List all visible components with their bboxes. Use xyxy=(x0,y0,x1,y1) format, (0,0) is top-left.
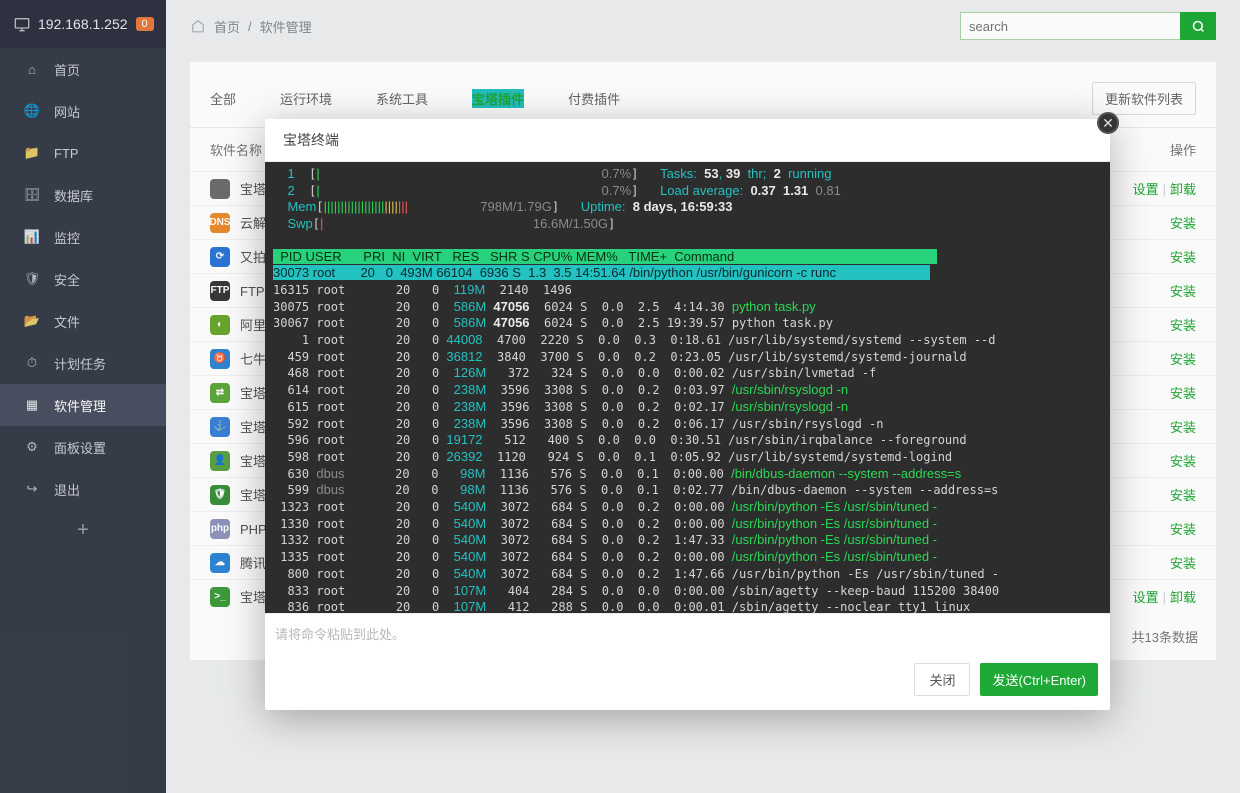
terminal-modal: 宝塔终端 ✕ 1 [| 0.7%] Tasks: 53, 39 thr; 2 r… xyxy=(265,119,1110,710)
send-button[interactable]: 发送(Ctrl+Enter) xyxy=(980,663,1098,696)
terminal-output: 1 [| 0.7%] Tasks: 53, 39 thr; 2 running … xyxy=(265,162,1110,613)
close-icon[interactable]: ✕ xyxy=(1097,112,1119,134)
command-input[interactable]: 请将命令粘贴到此处。 xyxy=(265,613,1110,653)
modal-title: 宝塔终端 xyxy=(283,130,339,150)
modal-close-button[interactable]: 关闭 xyxy=(914,663,970,696)
